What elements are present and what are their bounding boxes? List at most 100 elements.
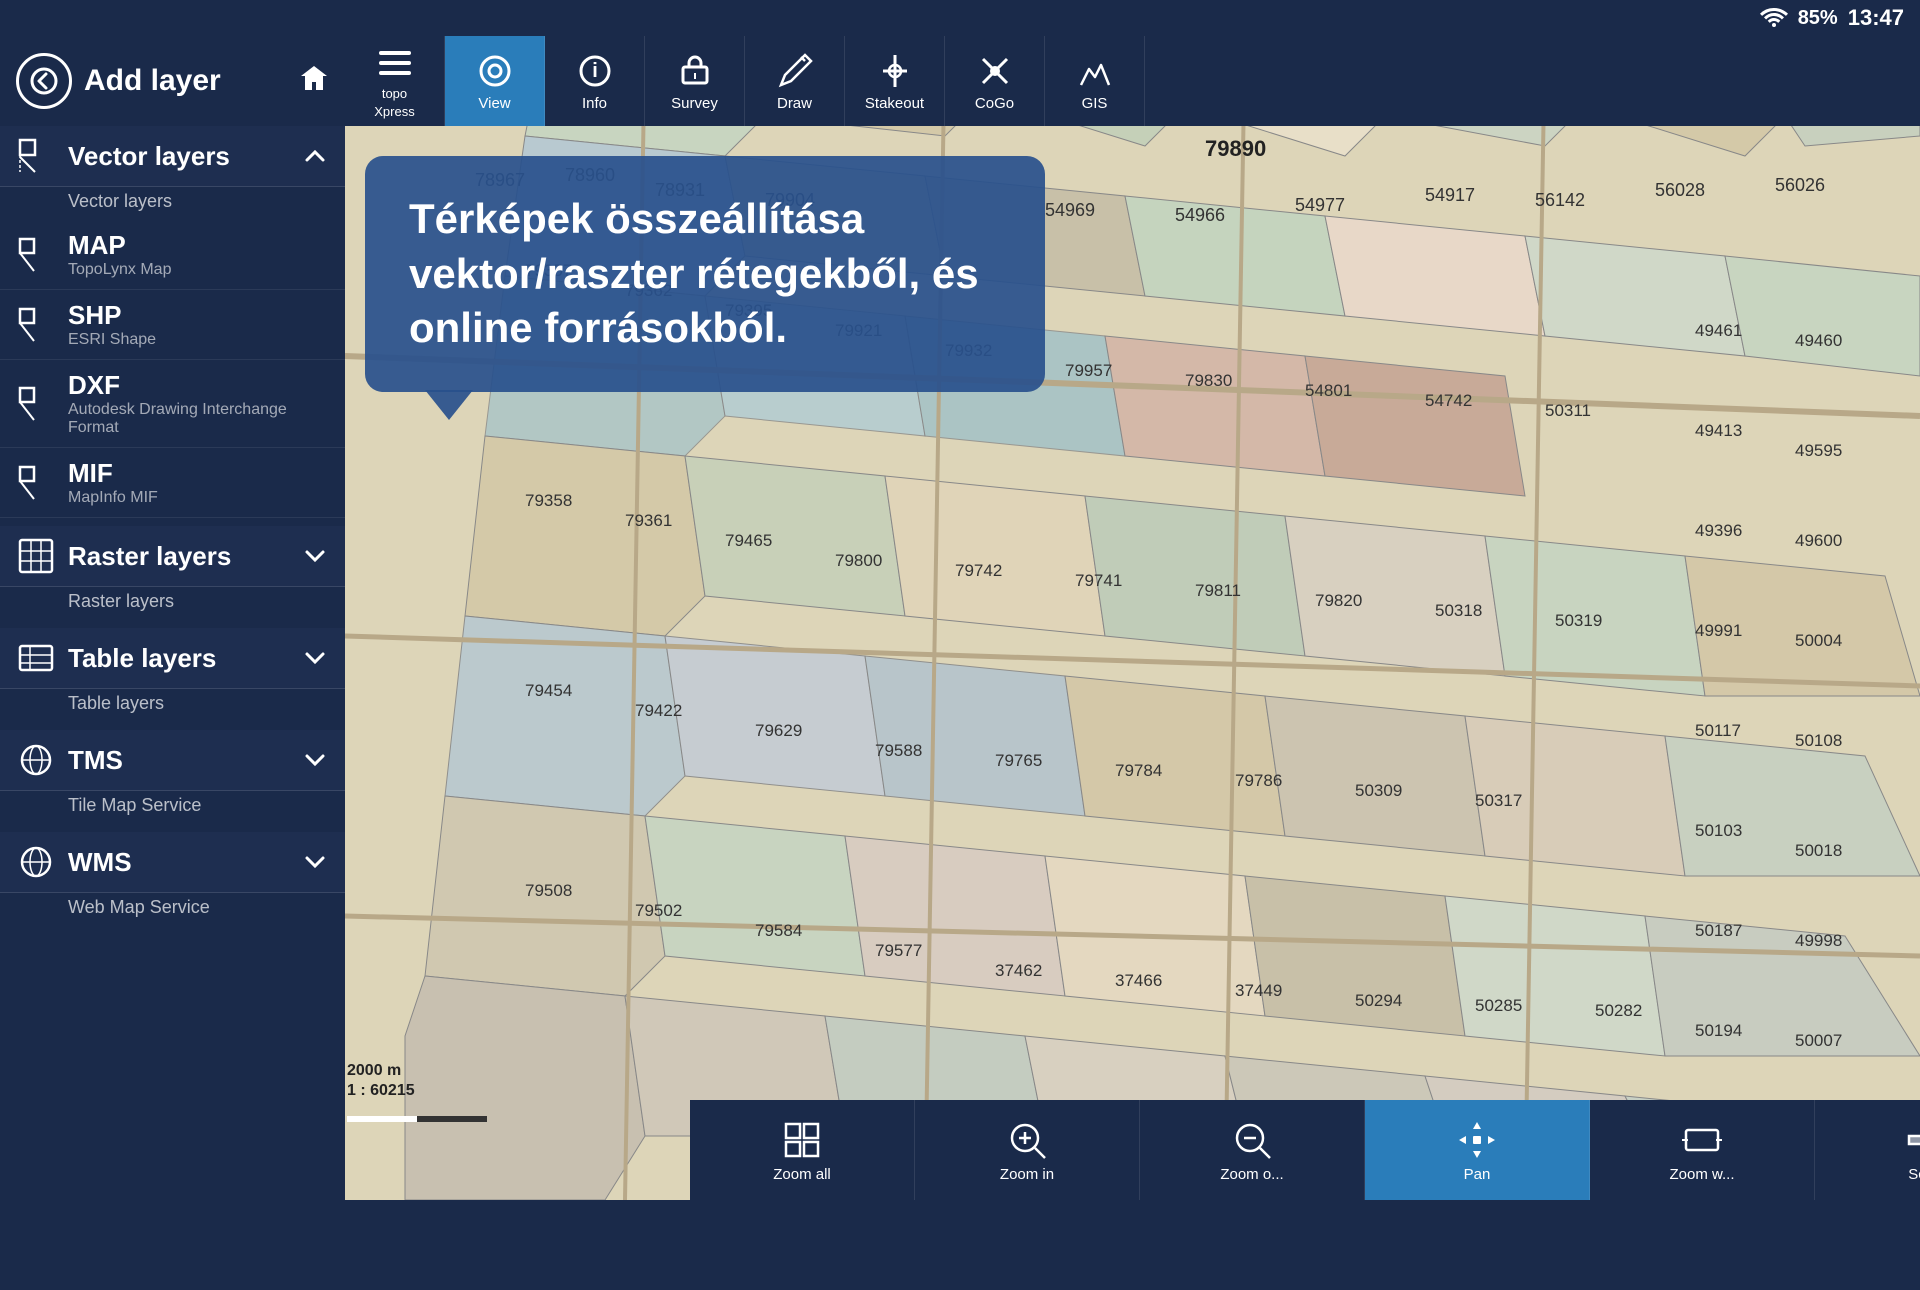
- svg-text:50007: 50007: [1795, 1031, 1842, 1050]
- section-raster[interactable]: Raster layers: [0, 526, 345, 587]
- status-bar: 85% 13:47: [0, 0, 1920, 36]
- layer-shp-name: SHP: [68, 300, 329, 331]
- scale-bar: 2000 m 1 : 60215: [347, 1062, 415, 1100]
- section-wms[interactable]: WMS: [0, 832, 345, 893]
- battery-status: 85%: [1798, 7, 1838, 30]
- svg-text:50294: 50294: [1355, 991, 1402, 1010]
- tooltip-tail: [425, 390, 473, 420]
- zoom-out-button[interactable]: Zoom o...: [1140, 1100, 1365, 1200]
- zoom-all-button[interactable]: Zoom all: [690, 1100, 915, 1200]
- svg-text:79584: 79584: [755, 921, 802, 940]
- scale-icon: [1905, 1118, 1920, 1162]
- svg-text:50108: 50108: [1795, 731, 1842, 750]
- scale-button[interactable]: Scale: [1815, 1100, 1920, 1200]
- left-panel: Vector layers Vector layers MAP TopoLynx…: [0, 126, 345, 1290]
- svg-text:54969: 54969: [1045, 200, 1095, 220]
- toolbar-gis[interactable]: GIS: [1045, 36, 1145, 126]
- topo-label1: topo: [382, 87, 407, 101]
- svg-text:50317: 50317: [1475, 791, 1522, 810]
- scale-label: Scale: [1908, 1166, 1920, 1183]
- view-label: View: [478, 95, 510, 112]
- back-button[interactable]: [16, 53, 72, 109]
- svg-text:79358: 79358: [525, 491, 572, 510]
- layer-dxf[interactable]: DXF Autodesk Drawing Interchange Format: [0, 360, 345, 448]
- vector-section-title: Vector layers: [68, 141, 289, 172]
- wms-subtitle: Web Map Service: [0, 893, 345, 926]
- svg-text:50285: 50285: [1475, 996, 1522, 1015]
- map-area[interactable]: 80033 80027 79998 79898 55147 54978 5501…: [345, 36, 1920, 1200]
- section-tms[interactable]: TMS: [0, 730, 345, 791]
- zoom-out-icon: [1230, 1118, 1274, 1162]
- svg-text:79465: 79465: [725, 531, 772, 550]
- svg-text:49461: 49461: [1695, 321, 1742, 340]
- svg-text:54801: 54801: [1305, 381, 1352, 400]
- svg-text:79629: 79629: [755, 721, 802, 740]
- toolbar-stakeout[interactable]: Stakeout: [845, 36, 945, 126]
- raster-chevron-icon: [301, 542, 329, 570]
- layer-shp[interactable]: SHP ESRI Shape: [0, 290, 345, 360]
- zoom-w-button[interactable]: Zoom w...: [1590, 1100, 1815, 1200]
- survey-label: Survey: [671, 95, 718, 112]
- svg-text:50187: 50187: [1695, 921, 1742, 940]
- toolbar-topo-xpress[interactable]: topo Xpress: [345, 36, 445, 126]
- section-table[interactable]: Table layers: [0, 628, 345, 689]
- zoom-in-button[interactable]: Zoom in: [915, 1100, 1140, 1200]
- toolbar-info[interactable]: i Info: [545, 36, 645, 126]
- toolbar-draw[interactable]: Draw: [745, 36, 845, 126]
- svg-text:54917: 54917: [1425, 185, 1475, 205]
- svg-text:79454: 79454: [525, 681, 572, 700]
- table-section-title: Table layers: [68, 643, 289, 674]
- pan-icon: [1455, 1118, 1499, 1162]
- gis-label: GIS: [1082, 95, 1108, 112]
- layer-mif-name: MIF: [68, 458, 329, 489]
- layer-map[interactable]: MAP TopoLynx Map: [0, 220, 345, 290]
- svg-text:79765: 79765: [995, 751, 1042, 770]
- svg-text:79800: 79800: [835, 551, 882, 570]
- svg-text:79784: 79784: [1115, 761, 1162, 780]
- layer-dxf-name: DXF: [68, 370, 329, 401]
- svg-text:79741: 79741: [1075, 571, 1122, 590]
- zoom-w-label: Zoom w...: [1669, 1166, 1734, 1183]
- svg-text:79508: 79508: [525, 881, 572, 900]
- bottom-toolbar: Zoom all Zoom in Zoom o...: [690, 1100, 1920, 1200]
- svg-text:50103: 50103: [1695, 821, 1742, 840]
- section-vector[interactable]: Vector layers: [0, 126, 345, 187]
- svg-text:49396: 49396: [1695, 521, 1742, 540]
- clock: 13:47: [1848, 5, 1904, 31]
- tms-chevron-icon: [301, 746, 329, 774]
- svg-text:49460: 49460: [1795, 331, 1842, 350]
- svg-text:79361: 79361: [625, 511, 672, 530]
- raster-subtitle: Raster layers: [0, 587, 345, 620]
- svg-text:37449: 37449: [1235, 981, 1282, 1000]
- svg-text:79957: 79957: [1065, 361, 1112, 380]
- layer-shp-sub: ESRI Shape: [68, 331, 329, 349]
- svg-text:50194: 50194: [1695, 1021, 1742, 1040]
- table-chevron-icon: [301, 644, 329, 672]
- svg-text:i: i: [592, 60, 598, 82]
- svg-text:50282: 50282: [1595, 1001, 1642, 1020]
- zoom-out-label: Zoom o...: [1220, 1166, 1283, 1183]
- svg-text:49991: 49991: [1695, 621, 1742, 640]
- svg-text:79820: 79820: [1315, 591, 1362, 610]
- svg-text:79890: 79890: [1205, 136, 1266, 161]
- toolbar-view[interactable]: View: [445, 36, 545, 126]
- info-label: Info: [582, 95, 607, 112]
- layer-mif[interactable]: MIF MapInfo MIF: [0, 448, 345, 518]
- vector-subtitle: Vector layers: [0, 187, 345, 220]
- layer-map-sub: TopoLynx Map: [68, 261, 329, 279]
- svg-text:50319: 50319: [1555, 611, 1602, 630]
- toolbar-cogo[interactable]: CoGo: [945, 36, 1045, 126]
- svg-text:37466: 37466: [1115, 971, 1162, 990]
- svg-text:54742: 54742: [1425, 391, 1472, 410]
- toolbar-survey[interactable]: Survey: [645, 36, 745, 126]
- svg-text:49413: 49413: [1695, 421, 1742, 440]
- scale-distance: 2000 m: [347, 1062, 415, 1080]
- pan-button[interactable]: Pan: [1365, 1100, 1590, 1200]
- pan-label: Pan: [1464, 1166, 1491, 1183]
- zoom-all-label: Zoom all: [773, 1166, 831, 1183]
- tooltip-text: Térképek összeállítása vektor/raszter ré…: [409, 192, 1001, 356]
- raster-section-title: Raster layers: [68, 541, 289, 572]
- svg-text:50311: 50311: [1545, 401, 1591, 420]
- svg-text:37462: 37462: [995, 961, 1042, 980]
- home-button[interactable]: [299, 63, 329, 100]
